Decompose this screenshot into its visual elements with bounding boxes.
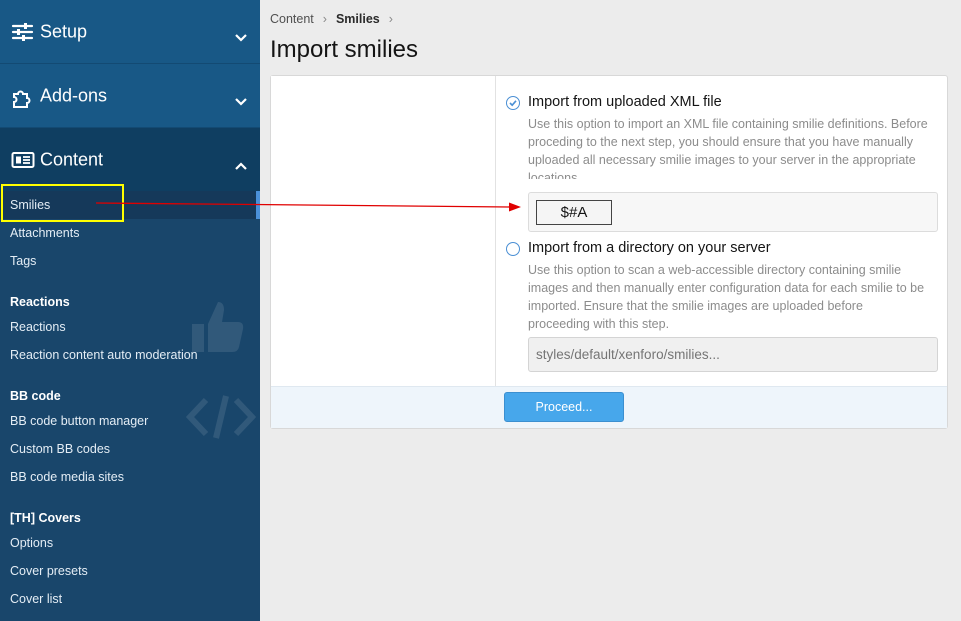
sidebar-item-options[interactable]: Options: [10, 536, 53, 550]
code-icon: [186, 395, 256, 439]
chevron-up-icon: [234, 155, 248, 170]
radio-label[interactable]: Import from uploaded XML file: [528, 94, 722, 110]
form-label-column: [271, 76, 496, 387]
newspaper-icon: [11, 150, 35, 170]
import-form-panel: Import from uploaded XML file Use this o…: [270, 75, 948, 429]
admin-sidebar: Setup Add-ons Content Smilies Attachment…: [0, 0, 260, 621]
file-upload-field[interactable]: $#A: [528, 192, 938, 232]
breadcrumb-link-smilies[interactable]: Smilies: [336, 12, 380, 26]
option-description: Use this option to import an XML file co…: [528, 117, 928, 179]
nav-section-label: Setup: [40, 21, 88, 41]
proceed-button[interactable]: Proceed...: [504, 392, 624, 422]
breadcrumb-link-content[interactable]: Content: [270, 12, 314, 26]
selected-item-indicator: [256, 191, 260, 219]
sidebar-item-custom-bbcodes[interactable]: Custom BB codes: [10, 442, 110, 456]
page-title: Import smilies: [270, 36, 419, 63]
radio-unchecked-icon[interactable]: [506, 242, 520, 256]
breadcrumb: Content › Smilies ›: [270, 12, 402, 26]
breadcrumb-separator-icon: ›: [388, 12, 393, 26]
sidebar-item-cover-presets[interactable]: Cover presets: [10, 564, 88, 578]
form-footer: Proceed...: [271, 386, 947, 428]
nav-section-label: Add-ons: [40, 85, 108, 105]
sidebar-item-bbcode-button-manager[interactable]: BB code button manager: [10, 414, 148, 428]
radio-checked-icon[interactable]: [506, 96, 520, 110]
directory-path-input[interactable]: [528, 337, 938, 372]
nav-section-label: Content: [40, 149, 104, 169]
option-description: Use this option to scan a web-accessible…: [528, 263, 925, 331]
sidebar-group-bbcode: BB code: [10, 389, 61, 403]
sidebar-group-covers: [TH] Covers: [10, 511, 81, 525]
chevron-down-icon: [234, 91, 248, 106]
sliders-icon: [11, 22, 35, 42]
sidebar-item-bbcode-media-sites[interactable]: BB code media sites: [10, 470, 124, 484]
sidebar-item-cover-list[interactable]: Cover list: [10, 592, 62, 606]
nav-section-add-ons[interactable]: Add-ons: [0, 64, 260, 128]
choose-file-button[interactable]: $#A: [536, 200, 612, 225]
sidebar-item-attachments[interactable]: Attachments: [10, 226, 79, 240]
nav-section-setup[interactable]: Setup: [0, 0, 260, 64]
sidebar-item-reactions[interactable]: Reactions: [10, 320, 66, 334]
breadcrumb-separator-icon: ›: [322, 12, 327, 26]
nav-section-content[interactable]: Content: [0, 128, 260, 191]
annotation-highlight-box: [1, 184, 124, 222]
puzzle-icon: [11, 86, 35, 108]
sidebar-group-reactions: Reactions: [10, 295, 70, 309]
sidebar-item-tags[interactable]: Tags: [10, 254, 36, 268]
chevron-down-icon: [234, 27, 248, 42]
sidebar-item-reaction-moderation[interactable]: Reaction content auto moderation: [10, 348, 198, 362]
radio-label[interactable]: Import from a directory on your server: [528, 240, 771, 256]
